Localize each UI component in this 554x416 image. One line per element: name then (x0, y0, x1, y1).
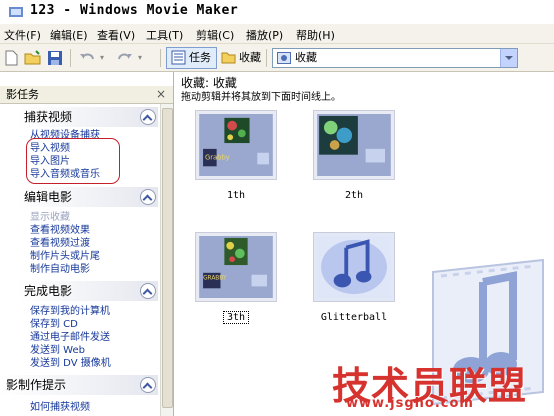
svg-text:GRABBY: GRABBY (203, 276, 227, 282)
movie-tasks-pane: 影任务 × 捕获视频 从视频设备捕获 导入视频 导入图片 导入音频或音乐 编辑电… (0, 72, 174, 416)
collections-button[interactable]: 收藏 (216, 47, 267, 69)
task-pane-scrollbar[interactable] (160, 104, 173, 416)
clip-thumbnail (317, 236, 391, 298)
new-project-icon[interactable] (2, 49, 20, 67)
collections-folder-icon (221, 52, 236, 64)
clip-item[interactable]: GRABBY 3th (195, 232, 277, 324)
undo-dropdown-icon[interactable]: ▾ (100, 53, 104, 62)
group-title: 完成电影 (24, 284, 73, 298)
svg-text:Grabby: Grabby (205, 154, 230, 162)
clip-item[interactable]: 2th (313, 110, 395, 201)
group-title: 影制作提示 (6, 378, 67, 392)
group-finish-movie[interactable]: 完成电影 (18, 281, 158, 301)
task-automovie[interactable]: 制作自动电影 (30, 264, 90, 276)
task-view-transitions[interactable]: 查看视频过渡 (30, 238, 90, 250)
combo-dropdown-button[interactable] (500, 49, 517, 67)
redo-icon[interactable] (116, 49, 134, 67)
collections-combo[interactable]: 收藏 (272, 48, 518, 68)
save-icon[interactable] (46, 49, 64, 67)
tasks-pane-header: 影任务 × (0, 86, 173, 104)
clip-thumbnail (317, 114, 391, 176)
collections-button-label: 收藏 (239, 51, 261, 64)
group-edit-movie[interactable]: 编辑电影 (18, 187, 158, 207)
redo-dropdown-icon[interactable]: ▾ (138, 53, 142, 62)
combo-value: 收藏 (295, 51, 317, 64)
annotation-highlight (26, 138, 120, 184)
menu-help[interactable]: 帮助(H) (296, 27, 335, 43)
clip-thumbnail: GRABBY (199, 236, 273, 298)
clip-item[interactable]: Glitterball (313, 232, 395, 323)
clip-item[interactable]: Grabby 1th (195, 110, 277, 201)
task-make-titles[interactable]: 制作片头或片尾 (30, 251, 100, 263)
menu-view[interactable]: 查看(V) (97, 27, 135, 43)
title-bar: 123 - Windows Movie Maker (0, 0, 554, 24)
collapse-chevron-icon[interactable] (140, 189, 156, 205)
tasks-button-label: 任务 (189, 51, 211, 64)
group-title: 编辑电影 (24, 190, 73, 204)
close-icon[interactable]: × (156, 86, 166, 103)
tasks-button[interactable]: 任务 (166, 47, 217, 69)
menu-tools[interactable]: 工具(T) (146, 27, 183, 43)
task-save-to-computer[interactable]: 保存到我的计算机 (30, 306, 110, 318)
collection-instruction: 拖动剪辑并将其放到下面时间线上。 (181, 92, 341, 103)
group-capture-video[interactable]: 捕获视频 (18, 107, 158, 127)
menu-clip[interactable]: 剪辑(C) (196, 27, 234, 43)
collapse-chevron-icon[interactable] (140, 283, 156, 299)
collapse-chevron-icon[interactable] (140, 377, 156, 393)
clip-label: 2th (344, 190, 364, 201)
task-send-dv[interactable]: 发送到 DV 摄像机 (30, 358, 111, 370)
scrollbar-thumb[interactable] (162, 108, 173, 408)
collection-icon (277, 52, 291, 64)
task-how-to-capture[interactable]: 如何捕获视频 (30, 402, 90, 414)
open-folder-icon[interactable] (24, 49, 42, 67)
task-send-email[interactable]: 通过电子邮件发送 (30, 332, 110, 344)
clip-thumbnail: Grabby (199, 114, 273, 176)
group-movie-tips[interactable]: 影制作提示 (0, 375, 158, 395)
group-title: 捕获视频 (24, 110, 73, 124)
task-view-effects[interactable]: 查看视频效果 (30, 225, 90, 237)
menu-bar: 文件(F) 编辑(E) 查看(V) 工具(T) 剪辑(C) 播放(P) 帮助(H… (0, 24, 554, 44)
menu-play[interactable]: 播放(P) (246, 27, 283, 43)
tasks-pane-title: 影任务 (6, 88, 39, 101)
menu-edit[interactable]: 编辑(E) (50, 27, 88, 43)
task-send-web[interactable]: 发送到 Web (30, 345, 85, 357)
clip-label: Glitterball (320, 312, 388, 323)
clip-label: 1th (226, 190, 246, 201)
app-icon (9, 7, 23, 17)
collapse-chevron-icon[interactable] (140, 109, 156, 125)
undo-icon[interactable] (78, 49, 96, 67)
clip-label: 3th (195, 311, 277, 324)
window-title: 123 - Windows Movie Maker (30, 3, 239, 18)
task-save-to-cd[interactable]: 保存到 CD (30, 319, 78, 331)
watermark-url: www.jsgho.com (346, 396, 474, 411)
menu-file[interactable]: 文件(F) (4, 27, 41, 43)
task-show-collections: 显示收藏 (30, 212, 70, 223)
tasks-icon (171, 50, 186, 65)
